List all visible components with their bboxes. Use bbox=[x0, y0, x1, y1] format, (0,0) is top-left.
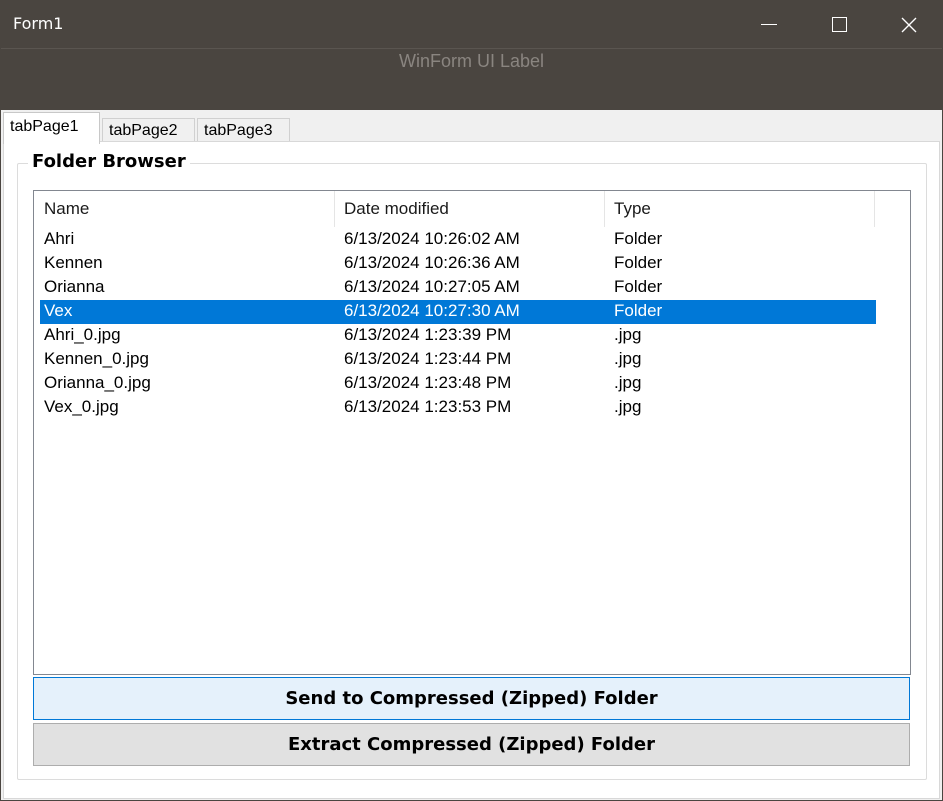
item-name: Ahri bbox=[44, 229, 75, 248]
client-area: tabPage1 tabPage2 tabPage3 Folder Browse… bbox=[1, 110, 942, 800]
item-date: 6/13/2024 1:23:39 PM bbox=[344, 325, 512, 344]
item-date: 6/13/2024 1:23:48 PM bbox=[344, 373, 512, 392]
file-list-view[interactable]: Name Date modified Type Ahri 6/13/2024 1… bbox=[33, 190, 911, 675]
list-item[interactable]: Kennen_0.jpg 6/13/2024 1:23:44 PM .jpg bbox=[40, 348, 876, 372]
item-name: Vex bbox=[44, 301, 73, 320]
window-title: Form1 bbox=[13, 14, 64, 33]
title-bar[interactable]: Form1 bbox=[1, 1, 942, 48]
column-header-date[interactable]: Date modified bbox=[334, 191, 604, 227]
header-panel: WinForm UI Label bbox=[1, 48, 942, 110]
item-type: .jpg bbox=[614, 349, 642, 368]
list-item[interactable]: Kennen 6/13/2024 10:26:36 AM Folder bbox=[40, 252, 876, 276]
item-type: Folder bbox=[614, 301, 663, 320]
minimize-icon bbox=[761, 24, 777, 25]
tab-page-1[interactable]: tabPage1 bbox=[3, 112, 100, 144]
list-header: Name Date modified Type bbox=[34, 191, 910, 227]
list-item[interactable]: Orianna_0.jpg 6/13/2024 1:23:48 PM .jpg bbox=[40, 372, 876, 396]
column-header-type[interactable]: Type bbox=[604, 191, 874, 227]
list-item[interactable]: Ahri_0.jpg 6/13/2024 1:23:39 PM .jpg bbox=[40, 324, 876, 348]
list-item[interactable]: Vex_0.jpg 6/13/2024 1:23:53 PM .jpg bbox=[40, 396, 876, 420]
list-item[interactable]: Ahri 6/13/2024 10:26:02 AM Folder bbox=[40, 228, 876, 252]
list-item[interactable]: Orianna 6/13/2024 10:27:05 AM Folder bbox=[40, 276, 876, 300]
close-button[interactable] bbox=[874, 1, 943, 48]
item-name: Ahri_0.jpg bbox=[44, 325, 121, 344]
column-divider[interactable] bbox=[874, 191, 875, 227]
column-header-name[interactable]: Name bbox=[34, 191, 334, 227]
item-date: 6/13/2024 10:27:30 AM bbox=[344, 301, 520, 320]
item-type: .jpg bbox=[614, 325, 642, 344]
item-type: .jpg bbox=[614, 373, 642, 392]
item-type: Folder bbox=[614, 253, 663, 272]
minimize-button[interactable] bbox=[734, 1, 804, 48]
maximize-button[interactable] bbox=[804, 1, 874, 48]
maximize-icon bbox=[831, 17, 847, 32]
header-label: WinForm UI Label bbox=[398, 51, 545, 71]
tab-page-content: Folder Browser Name Date modified Type A… bbox=[3, 141, 940, 799]
item-name: Orianna_0.jpg bbox=[44, 373, 151, 392]
item-name: Vex_0.jpg bbox=[44, 397, 119, 416]
item-date: 6/13/2024 1:23:53 PM bbox=[344, 397, 512, 416]
item-date: 6/13/2024 10:27:05 AM bbox=[344, 277, 520, 296]
item-date: 6/13/2024 10:26:36 AM bbox=[344, 253, 520, 272]
close-icon bbox=[901, 17, 917, 32]
tab-page-2[interactable]: tabPage2 bbox=[102, 118, 195, 143]
item-type: .jpg bbox=[614, 397, 642, 416]
item-type: Folder bbox=[614, 277, 663, 296]
item-name: Kennen bbox=[44, 253, 103, 272]
item-date: 6/13/2024 1:23:44 PM bbox=[344, 349, 512, 368]
item-name: Kennen_0.jpg bbox=[44, 349, 149, 368]
item-date: 6/13/2024 10:26:02 AM bbox=[344, 229, 520, 248]
tab-page-3[interactable]: tabPage3 bbox=[197, 118, 290, 143]
list-item-selected[interactable]: Vex 6/13/2024 10:27:30 AM Folder bbox=[40, 300, 876, 324]
group-caption: Folder Browser bbox=[28, 151, 190, 172]
send-to-zip-button[interactable]: Send to Compressed (Zipped) Folder bbox=[33, 677, 910, 720]
item-name: Orianna bbox=[44, 277, 105, 296]
folder-browser-group: Folder Browser Name Date modified Type A… bbox=[17, 151, 927, 780]
item-type: Folder bbox=[614, 229, 663, 248]
extract-zip-button[interactable]: Extract Compressed (Zipped) Folder bbox=[33, 723, 910, 766]
main-window: Form1 WinForm UI Label tabPage1 tabPage2… bbox=[0, 0, 943, 801]
